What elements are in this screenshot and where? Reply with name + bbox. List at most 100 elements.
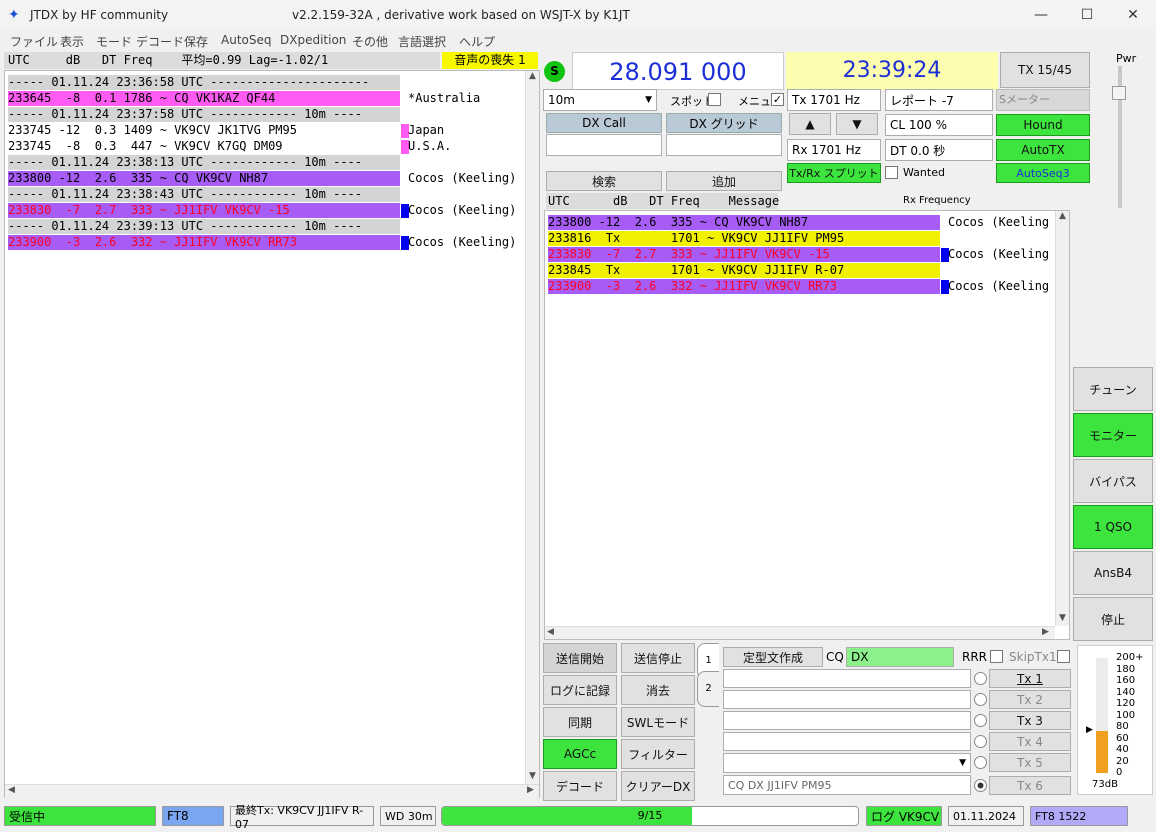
monitor-button[interactable]: モニター bbox=[1073, 413, 1153, 457]
left-row[interactable]: ----- 01.11.24 23:38:13 UTC ------------… bbox=[8, 155, 400, 170]
tx4-radio[interactable] bbox=[974, 735, 987, 748]
left-row[interactable]: 233745 -12 0.3 1409 ~ VK9CV JK1TVG PM95 bbox=[8, 123, 400, 138]
menu-checkbox[interactable]: ✓ bbox=[771, 93, 784, 106]
scroll-right-icon[interactable]: ▶ bbox=[1042, 627, 1049, 637]
stop-tx-button[interactable]: 送信停止 bbox=[621, 643, 695, 673]
autotx-button[interactable]: AutoTX bbox=[996, 139, 1090, 161]
menu-autoseq[interactable]: AutoSeq bbox=[221, 33, 271, 47]
menu-dxpedition[interactable]: DXpedition bbox=[280, 33, 346, 47]
scroll-left-icon[interactable]: ◀ bbox=[547, 627, 554, 637]
tx3-radio[interactable] bbox=[974, 714, 987, 727]
tx1-button[interactable]: Tx 1 bbox=[989, 669, 1071, 688]
band-activity-list[interactable]: ----- 01.11.24 23:36:58 UTC ------------… bbox=[4, 70, 540, 798]
scroll-up-icon[interactable]: ▲ bbox=[529, 71, 536, 81]
autoseq-button[interactable]: AutoSeq3 bbox=[996, 163, 1090, 183]
start-tx-button[interactable]: 送信開始 bbox=[543, 643, 617, 673]
tx4-button[interactable]: Tx 4 bbox=[989, 732, 1071, 751]
scroll-down-icon[interactable]: ▼ bbox=[1059, 613, 1066, 623]
right-row[interactable]: 233816 Tx 1701 ~ VK9CV JJ1IFV PM95 bbox=[548, 231, 940, 246]
menu-file[interactable]: ファイル bbox=[10, 33, 58, 50]
wanted-checkbox[interactable] bbox=[885, 166, 898, 179]
tune-button[interactable]: チューン bbox=[1073, 367, 1153, 411]
log-qso-button[interactable]: ログに記録 bbox=[543, 675, 617, 705]
rrr-checkbox[interactable] bbox=[990, 650, 1003, 663]
template-button[interactable]: 定型文作成 bbox=[723, 647, 823, 667]
tx6-button[interactable]: Tx 6 bbox=[989, 776, 1071, 795]
bypass-button[interactable]: バイパス bbox=[1073, 459, 1153, 503]
menu-view[interactable]: 表示 bbox=[60, 33, 84, 50]
vertical-scrollbar[interactable]: ▲ ▼ bbox=[525, 71, 539, 784]
dx-grid-input[interactable] bbox=[666, 134, 782, 156]
tx5-message[interactable]: ▼ bbox=[723, 753, 971, 773]
tx5-button[interactable]: Tx 5 bbox=[989, 753, 1071, 772]
right-row[interactable]: 233900 -3 2.6 332 ~ JJ1IFV VK9CV RR73 bbox=[548, 279, 940, 294]
tx6-radio[interactable] bbox=[974, 779, 987, 792]
menu-help[interactable]: ヘルプ bbox=[459, 33, 495, 50]
menu-decode[interactable]: デコード bbox=[136, 33, 184, 50]
left-row[interactable]: 233800 -12 2.6 335 ~ CQ VK9CV NH87 bbox=[8, 171, 400, 186]
tx6-message[interactable]: CQ DX JJ1IFV PM95 bbox=[723, 775, 971, 795]
cl-spin[interactable]: CL 100 % bbox=[885, 114, 993, 136]
menu-language[interactable]: 言語選択 bbox=[398, 33, 446, 50]
rx-vertical-scrollbar[interactable]: ▲ ▼ bbox=[1055, 211, 1069, 626]
scroll-left-icon[interactable]: ◀ bbox=[8, 785, 15, 795]
right-row[interactable]: 233845 Tx 1701 ~ VK9CV JJ1IFV R-07 bbox=[548, 263, 940, 278]
report-spin[interactable]: レポート -7 bbox=[885, 89, 993, 111]
freq-up-button[interactable]: ▲ bbox=[789, 113, 831, 135]
sync-button[interactable]: 同期 bbox=[543, 707, 617, 737]
rx-horizontal-scrollbar[interactable]: ◀ ▶ bbox=[545, 626, 1055, 639]
rx-frequency-list[interactable]: 233800 -12 2.6 335 ~ CQ VK9CV NH87 Cocos … bbox=[544, 210, 1070, 640]
minimize-button[interactable]: — bbox=[1018, 0, 1064, 30]
right-row[interactable]: 233800 -12 2.6 335 ~ CQ VK9CV NH87 bbox=[548, 215, 940, 230]
tab-2[interactable]: 2 bbox=[697, 671, 719, 707]
tx3-button[interactable]: Tx 3 bbox=[989, 711, 1071, 730]
swl-mode-button[interactable]: SWLモード bbox=[621, 707, 695, 737]
tx1-message[interactable] bbox=[723, 669, 971, 688]
scroll-up-icon[interactable]: ▲ bbox=[1059, 211, 1066, 221]
one-qso-button[interactable]: 1 QSO bbox=[1073, 505, 1153, 549]
left-row[interactable]: 233745 -8 0.3 447 ~ VK9CV K7GQ DM09 bbox=[8, 139, 400, 154]
split-button[interactable]: Tx/Rx スプリット bbox=[787, 163, 881, 183]
search-button[interactable]: 検索 bbox=[546, 171, 662, 191]
clear-dx-button[interactable]: クリアーDX bbox=[621, 771, 695, 801]
tx4-message[interactable] bbox=[723, 732, 971, 751]
tx1-radio[interactable] bbox=[974, 672, 987, 685]
scroll-down-icon[interactable]: ▼ bbox=[529, 771, 536, 781]
skiptx1-checkbox[interactable] bbox=[1057, 650, 1070, 663]
dx-call-input[interactable] bbox=[546, 134, 662, 156]
menu-other[interactable]: その他 bbox=[352, 33, 388, 50]
close-button[interactable]: ✕ bbox=[1110, 0, 1156, 30]
menu-mode[interactable]: モード bbox=[96, 33, 132, 50]
left-row[interactable]: ----- 01.11.24 23:39:13 UTC ------------… bbox=[8, 219, 400, 234]
tx5-radio[interactable] bbox=[974, 756, 987, 769]
freq-down-button[interactable]: ▼ bbox=[836, 113, 878, 135]
filter-button[interactable]: フィルター bbox=[621, 739, 695, 769]
left-row[interactable]: ----- 01.11.24 23:37:58 UTC ------------… bbox=[8, 107, 400, 122]
tx2-message[interactable] bbox=[723, 690, 971, 709]
rx-frequency-spin[interactable]: Rx 1701 Hz bbox=[787, 139, 881, 161]
left-row[interactable]: 233900 -3 2.6 332 ~ JJ1IFV VK9CV RR73 bbox=[8, 235, 400, 250]
dt-spin[interactable]: DT 0.0 秒 bbox=[885, 139, 993, 161]
horizontal-scrollbar[interactable]: ◀ ▶ bbox=[5, 784, 539, 798]
smeter-button[interactable]: Sメーター bbox=[996, 89, 1090, 111]
band-select[interactable]: 10m ▼ bbox=[543, 89, 657, 111]
spot-checkbox[interactable] bbox=[708, 93, 721, 106]
right-row[interactable]: 233830 -7 2.7 333 ~ JJ1IFV VK9CV -15 bbox=[548, 247, 940, 262]
halt-button[interactable]: 停止 bbox=[1073, 597, 1153, 641]
tx2-button[interactable]: Tx 2 bbox=[989, 690, 1071, 709]
ansb4-button[interactable]: AnsB4 bbox=[1073, 551, 1153, 595]
agcc-button[interactable]: AGCc bbox=[543, 739, 617, 769]
erase-button[interactable]: 消去 bbox=[621, 675, 695, 705]
menu-save[interactable]: 保存 bbox=[184, 33, 208, 50]
tx-period-button[interactable]: TX 15/45 bbox=[1000, 52, 1090, 88]
tx3-message[interactable] bbox=[723, 711, 971, 730]
cq-field[interactable]: DX bbox=[846, 647, 954, 667]
tx2-radio[interactable] bbox=[974, 693, 987, 706]
add-button[interactable]: 追加 bbox=[666, 171, 782, 191]
left-row[interactable]: ----- 01.11.24 23:36:58 UTC ------------… bbox=[8, 75, 400, 90]
left-row[interactable]: 233645 -8 0.1 1786 ~ CQ VK1KAZ QF44 bbox=[8, 91, 400, 106]
hound-button[interactable]: Hound bbox=[996, 114, 1090, 136]
scroll-right-icon[interactable]: ▶ bbox=[527, 785, 534, 795]
maximize-button[interactable]: ☐ bbox=[1064, 0, 1110, 30]
tx-frequency-spin[interactable]: Tx 1701 Hz bbox=[787, 89, 881, 111]
